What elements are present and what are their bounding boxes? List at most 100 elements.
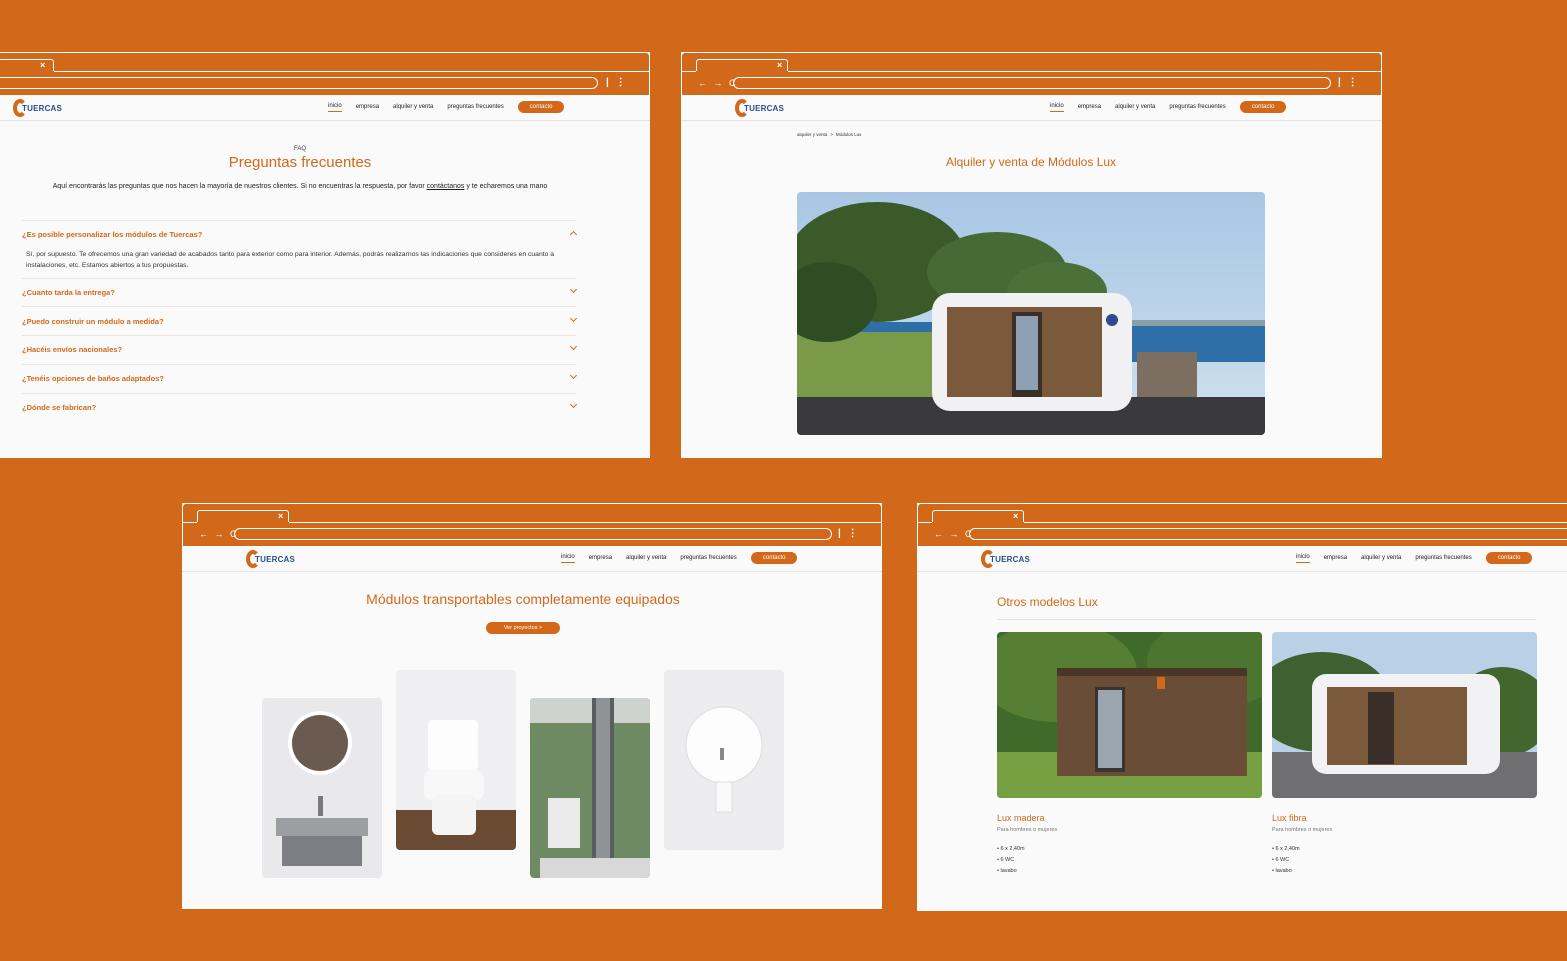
nav-arrows-icon[interactable]: ← → C — [934, 529, 974, 539]
address-bar[interactable] — [0, 77, 598, 89]
feature-list-fibra: • 6 x 2,40m • 6 WC • lavabo — [1272, 846, 1300, 874]
model-subtitle-madera: Para hombres o mujeres — [997, 827, 1058, 833]
tuercas-logo[interactable]: TUERCAS — [13, 99, 62, 117]
nav-empresa[interactable]: empresa — [356, 104, 379, 110]
faq-answer-1: Sí, por supuesto. Te ofrecemos una gran … — [26, 251, 555, 269]
faq-question-1[interactable]: ¿Es posible personalizar los módulos de … — [22, 230, 578, 239]
model-subtitle-fibra: Para hombres o mujeres — [1272, 827, 1333, 833]
toilet-photo-svg — [396, 670, 516, 850]
faq-question-5[interactable]: ¿Tenéis opciones de baños adaptados? — [22, 371, 578, 383]
breadcrumb: alquiler y venta > Módulos Lux — [797, 132, 862, 137]
tuercas-logo[interactable]: TUERCAS — [246, 550, 295, 568]
bathroom-sink-photo — [262, 698, 382, 878]
chevron-up-icon — [569, 230, 578, 239]
nav-alquiler[interactable]: alquiler y venta — [1361, 555, 1401, 561]
browser-window-lux: × ← → C | ⋮ TUERCAS inicio empresa alqui… — [681, 52, 1382, 458]
main-nav: inicio empresa alquiler y venta pregunta… — [1296, 552, 1533, 564]
dispenser-photo-svg — [664, 670, 784, 850]
nav-inicio[interactable]: inicio — [561, 554, 575, 563]
chevron-down-icon — [569, 342, 578, 351]
browser-tab[interactable]: × — [932, 510, 1024, 522]
contacto-button[interactable]: contacto — [1485, 552, 1533, 564]
nav-preguntas[interactable]: preguntas frecuentes — [1169, 104, 1225, 110]
nav-inicio[interactable]: inicio — [1050, 103, 1064, 112]
faq-intro: Aquí encontrarás las preguntas que nos h… — [52, 183, 548, 190]
contact-link[interactable]: contáctanos — [427, 183, 465, 190]
nav-arrows-icon[interactable]: ← → C — [199, 529, 239, 539]
ver-proyectos-button[interactable]: Ver proyectos > — [486, 622, 560, 634]
browser-window-modelos: × ← → C TUERCAS inicio empresa alquiler … — [917, 503, 1567, 911]
contacto-button[interactable]: contacto — [517, 101, 565, 113]
model-name-fibra[interactable]: Lux fibra — [1272, 813, 1307, 823]
browser-menu-icon[interactable]: | ⋮ — [606, 77, 628, 88]
chevron-down-icon — [569, 285, 578, 294]
paper-dispenser-photo — [664, 670, 784, 850]
site-header: TUERCAS inicio empresa alquiler y venta … — [182, 546, 882, 572]
tuercas-logo[interactable]: TUERCAS — [981, 550, 1030, 568]
browser-window-equipados: × ← → C | ⋮ TUERCAS inicio empresa alqui… — [182, 503, 882, 909]
close-tab-icon[interactable]: × — [777, 61, 782, 70]
browser-chrome: × ← → C | ⋮ — [681, 52, 1382, 95]
close-tab-icon[interactable]: × — [1013, 512, 1018, 521]
page-title: Alquiler y venta de Módulos Lux — [945, 155, 1117, 169]
contacto-button[interactable]: contacto — [750, 552, 798, 564]
corridor-photo — [530, 698, 650, 878]
page-title: Módulos transportables completamente equ… — [366, 591, 680, 607]
page-title: Otros modelos Lux — [997, 595, 1098, 609]
sink-photo-svg — [262, 698, 382, 878]
tuercas-logo[interactable]: TUERCAS — [735, 99, 784, 117]
chevron-down-icon — [569, 314, 578, 323]
close-tab-icon[interactable]: × — [40, 61, 45, 70]
site-header: TUERCAS inicio empresa alquiler y venta … — [681, 95, 1382, 121]
nav-inicio[interactable]: inicio — [1296, 554, 1310, 563]
feature-list-madera: • 6 x 2,40m • 6 WC • lavabo — [997, 846, 1025, 874]
main-nav: inicio empresa alquiler y venta pregunta… — [328, 101, 565, 113]
address-bar[interactable] — [969, 528, 1567, 540]
browser-chrome: × | ⋮ — [0, 52, 650, 95]
faq-question-3[interactable]: ¿Puedo construir un módulo a medida? — [22, 314, 578, 326]
nav-alquiler[interactable]: alquiler y venta — [626, 555, 666, 561]
browser-tab[interactable]: × — [197, 510, 289, 522]
faq-question-4[interactable]: ¿Hacéis envíos nacionales? — [22, 342, 578, 354]
nav-preguntas[interactable]: preguntas frecuentes — [447, 104, 503, 110]
lux-madera-photo[interactable] — [997, 632, 1262, 798]
breadcrumb-alquiler[interactable]: alquiler y venta — [797, 132, 827, 137]
chevron-down-icon — [569, 371, 578, 380]
nav-inicio[interactable]: inicio — [328, 103, 342, 112]
main-nav: inicio empresa alquiler y venta pregunta… — [1050, 101, 1287, 113]
faq-question-6[interactable]: ¿Dónde se fabrican? — [22, 400, 578, 412]
model-name-madera[interactable]: Lux madera — [997, 813, 1045, 823]
nav-arrows-icon[interactable]: ← → C — [698, 78, 738, 88]
browser-chrome: × ← → C | ⋮ — [182, 503, 882, 546]
lux-photo-svg — [797, 192, 1265, 435]
browser-window-faq: × | ⋮ TUERCAS inicio empresa alquiler y … — [0, 52, 650, 458]
nav-empresa[interactable]: empresa — [1078, 104, 1101, 110]
browser-menu-icon[interactable]: | ⋮ — [1338, 77, 1360, 88]
title-divider — [997, 619, 1536, 620]
browser-tab[interactable]: × — [696, 59, 788, 71]
browser-chrome: × ← → C — [917, 503, 1567, 546]
nav-preguntas[interactable]: preguntas frecuentes — [680, 555, 736, 561]
browser-menu-icon[interactable]: | ⋮ — [838, 528, 860, 539]
site-header: TUERCAS inicio empresa alquiler y venta … — [917, 546, 1567, 572]
toilet-photo — [396, 670, 516, 850]
nav-alquiler[interactable]: alquiler y venta — [393, 104, 433, 110]
lux-fibra-photo[interactable] — [1272, 632, 1537, 798]
nav-empresa[interactable]: empresa — [589, 555, 612, 561]
corridor-photo-svg — [530, 698, 650, 878]
fibra-photo-svg — [1272, 632, 1537, 798]
nav-empresa[interactable]: empresa — [1324, 555, 1347, 561]
nav-alquiler[interactable]: alquiler y venta — [1115, 104, 1155, 110]
module-lux-photo — [797, 192, 1265, 435]
address-bar[interactable] — [234, 528, 832, 540]
madera-photo-svg — [997, 632, 1262, 798]
address-bar[interactable] — [733, 77, 1331, 89]
faq-question-2[interactable]: ¿Cuanto tarda la entrega? — [22, 285, 578, 297]
breadcrumb-current: Módulos Lux — [835, 132, 862, 137]
close-tab-icon[interactable]: × — [278, 512, 283, 521]
site-header: TUERCAS inicio empresa alquiler y venta … — [0, 95, 650, 121]
nav-preguntas[interactable]: preguntas frecuentes — [1415, 555, 1471, 561]
page-title: Preguntas frecuentes — [228, 154, 372, 171]
contacto-button[interactable]: contacto — [1239, 101, 1287, 113]
browser-tab[interactable]: × — [0, 59, 54, 71]
